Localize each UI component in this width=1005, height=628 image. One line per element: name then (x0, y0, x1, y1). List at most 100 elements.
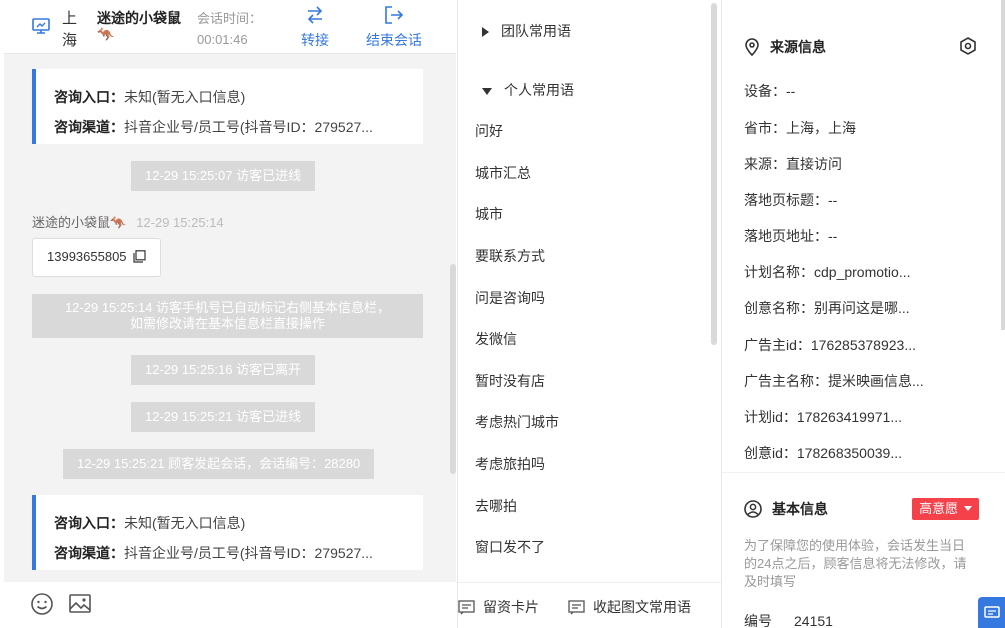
entry-row: 咨询入口：未知(暂无入口信息) (54, 82, 414, 112)
floating-chat-button[interactable] (978, 597, 1005, 628)
team-phrases-group[interactable]: 团队常用语 (482, 21, 571, 41)
entry-row: 咨询入口：未知(暂无入口信息) (54, 508, 414, 538)
phrase-item[interactable]: 要联系方式 (475, 246, 545, 266)
message-sender: 迷途的小袋鼠🦘 (32, 215, 127, 230)
lead-card-button[interactable]: 留资卡片 (458, 597, 539, 617)
info-id-row: 编号 24151 (744, 611, 864, 628)
caret-right-icon (482, 27, 489, 38)
copy-icon[interactable] (133, 250, 146, 266)
entry-value: 未知(暂无入口信息) (124, 515, 246, 531)
info-landing-title: 落地页标题：-- (744, 192, 838, 208)
image-icon[interactable] (68, 592, 92, 616)
system-message: 12-29 15:25:21 顾客发起会话，会话编号：28280 (63, 449, 375, 479)
app-root: 上海 迷途的小袋鼠🦘 会话时间： 00:01:46 转接 结束会话 咨询入口：未… (0, 0, 1005, 628)
session-time-value: 00:01:46 (197, 32, 248, 47)
channel-row: 咨询渠道：抖音企业号/员工号(抖音号ID：279527... (54, 538, 414, 568)
source-info-title: 来源信息 (744, 37, 826, 57)
source-info-label: 来源信息 (770, 39, 826, 55)
channel-value: 抖音企业号/员工号(抖音号ID：279527... (124, 545, 373, 561)
channel-row: 咨询渠道：抖音企业号/员工号(抖音号ID：279527... (54, 112, 414, 142)
card-icon (458, 600, 475, 615)
info-device: 设备：-- (744, 83, 796, 99)
system-message-line: 如需修改请在基本信息栏直接操作 (129, 316, 325, 331)
smile-icon[interactable] (30, 592, 54, 616)
personal-phrases-label: 个人常用语 (504, 82, 574, 98)
system-message: 12-29 15:25:16 访客已离开 (131, 355, 316, 385)
info-creative-id: 创意id：178268350039... (744, 445, 902, 461)
info-scrollbar[interactable] (1001, 0, 1005, 330)
chat-toolbar (4, 582, 456, 628)
phrase-item[interactable]: 考虑旅拍吗 (475, 454, 545, 474)
phrase-item[interactable]: 问是咨询吗 (475, 288, 545, 308)
id-value: 24151 (794, 613, 833, 628)
phrases-panel: 团队常用语 个人常用语 问好 城市汇总 城市 要联系方式 问是咨询吗 发微信 暂… (457, 0, 721, 628)
info-advertiser-name: 广告主名称：提米映画信息... (744, 373, 924, 389)
message-text: 13993655805 (47, 249, 127, 264)
chat-icon (984, 606, 1000, 618)
basic-info-title: 基本信息 (744, 499, 828, 519)
phrases-scrollbar[interactable] (711, 3, 717, 345)
transfer-label: 转接 (301, 32, 329, 48)
phrase-item[interactable]: 城市 (475, 204, 503, 224)
channel-label: 咨询渠道： (54, 119, 124, 135)
system-message: 12-29 15:25:07 访客已进线 (131, 161, 316, 191)
info-creative-name: 创意名称：别再问这是哪... (744, 300, 910, 316)
info-advertiser-id: 广告主id：176285378923... (744, 337, 916, 353)
visitor-city: 上海 (62, 10, 78, 49)
section-divider (722, 472, 1005, 473)
transfer-button[interactable]: 转接 (301, 6, 329, 50)
transfer-icon (301, 6, 329, 26)
entry-label: 咨询入口： (54, 89, 124, 105)
channel-value: 抖音企业号/员工号(抖音号ID：279527... (124, 119, 373, 135)
collapse-phrases-label: 收起图文常用语 (593, 599, 691, 615)
system-message: 12-29 15:25:21 访客已进线 (131, 402, 316, 432)
session-time-label: 会话时间： (197, 11, 263, 26)
chat-panel: 上海 迷途的小袋鼠🦘 会话时间： 00:01:46 转接 结束会话 咨询入口：未… (4, 0, 456, 628)
collapse-phrases-button[interactable]: 收起图文常用语 (568, 597, 691, 617)
message-meta: 迷途的小袋鼠🦘 12-29 15:25:14 (32, 212, 224, 231)
phrases-footer: 留资卡片 收起图文常用语 (458, 582, 721, 628)
phrase-item[interactable]: 窗口发不了 (475, 537, 545, 557)
info-plan-name: 计划名称：cdp_promotio... (744, 264, 911, 280)
team-phrases-label: 团队常用语 (501, 23, 571, 39)
entry-label: 咨询入口： (54, 515, 124, 531)
exit-icon (366, 6, 422, 26)
message-time: 12-29 15:25:14 (136, 215, 224, 230)
caret-down-icon (963, 506, 972, 511)
visitor-name: 迷途的小袋鼠🦘 (97, 10, 181, 42)
entry-info-card: 咨询入口：未知(暂无入口信息) 咨询渠道：抖音企业号/员工号(抖音号ID：279… (32, 495, 423, 570)
intention-label: 高意愿 (919, 501, 959, 516)
end-session-button[interactable]: 结束会话 (366, 6, 422, 50)
user-icon (744, 500, 762, 518)
message-icon (568, 600, 585, 615)
settings-icon[interactable] (959, 37, 977, 58)
entry-value: 未知(暂无入口信息) (124, 89, 246, 105)
id-label: 编号 (744, 613, 772, 628)
channel-label: 咨询渠道： (54, 545, 124, 561)
caret-down-icon (482, 87, 492, 95)
end-session-label: 结束会话 (366, 32, 422, 48)
info-landing-url: 落地页地址：-- (744, 228, 838, 244)
edit-notice: 为了保障您的使用体验，会话发生当日的24点之后，顾客信息将无法修改，请及时填写 (744, 538, 967, 589)
phrase-item[interactable]: 问好 (475, 121, 503, 141)
phrase-item[interactable]: 去哪拍 (475, 496, 517, 516)
message-bubble[interactable]: 13993655805 (32, 238, 161, 277)
phrase-item[interactable]: 城市汇总 (475, 163, 531, 183)
phrase-item[interactable]: 考虑热门城市 (475, 412, 559, 432)
chat-header: 上海 迷途的小袋鼠🦘 会话时间： 00:01:46 转接 结束会话 (4, 0, 456, 54)
info-province-city: 省市：上海，上海 (744, 120, 856, 136)
phrase-item[interactable]: 暂时没有店 (475, 371, 545, 391)
intention-dropdown[interactable]: 高意愿 (912, 498, 979, 520)
basic-info-label: 基本信息 (772, 501, 828, 517)
info-plan-id: 计划id：178263419971... (744, 409, 902, 425)
chat-scrollbar[interactable] (450, 264, 456, 474)
personal-phrases-group[interactable]: 个人常用语 (482, 80, 574, 100)
location-icon (745, 38, 759, 57)
chat-messages[interactable]: 咨询入口：未知(暂无入口信息) 咨询渠道：抖音企业号/员工号(抖音号ID：279… (4, 54, 456, 582)
visitor-info-panel: 来源信息 设备：-- 省市：上海，上海 来源：直接访问 落地页标题：-- 落地页… (721, 0, 1005, 628)
system-message-line: 12-29 15:25:14 访客手机号已自动标记右侧基本信息栏， (64, 300, 391, 315)
info-source: 来源：直接访问 (744, 156, 842, 172)
lead-card-label: 留资卡片 (483, 599, 539, 615)
system-message: 12-29 15:25:14 访客手机号已自动标记右侧基本信息栏， 如需修改请在… (32, 294, 423, 338)
phrase-item[interactable]: 发微信 (475, 329, 517, 349)
